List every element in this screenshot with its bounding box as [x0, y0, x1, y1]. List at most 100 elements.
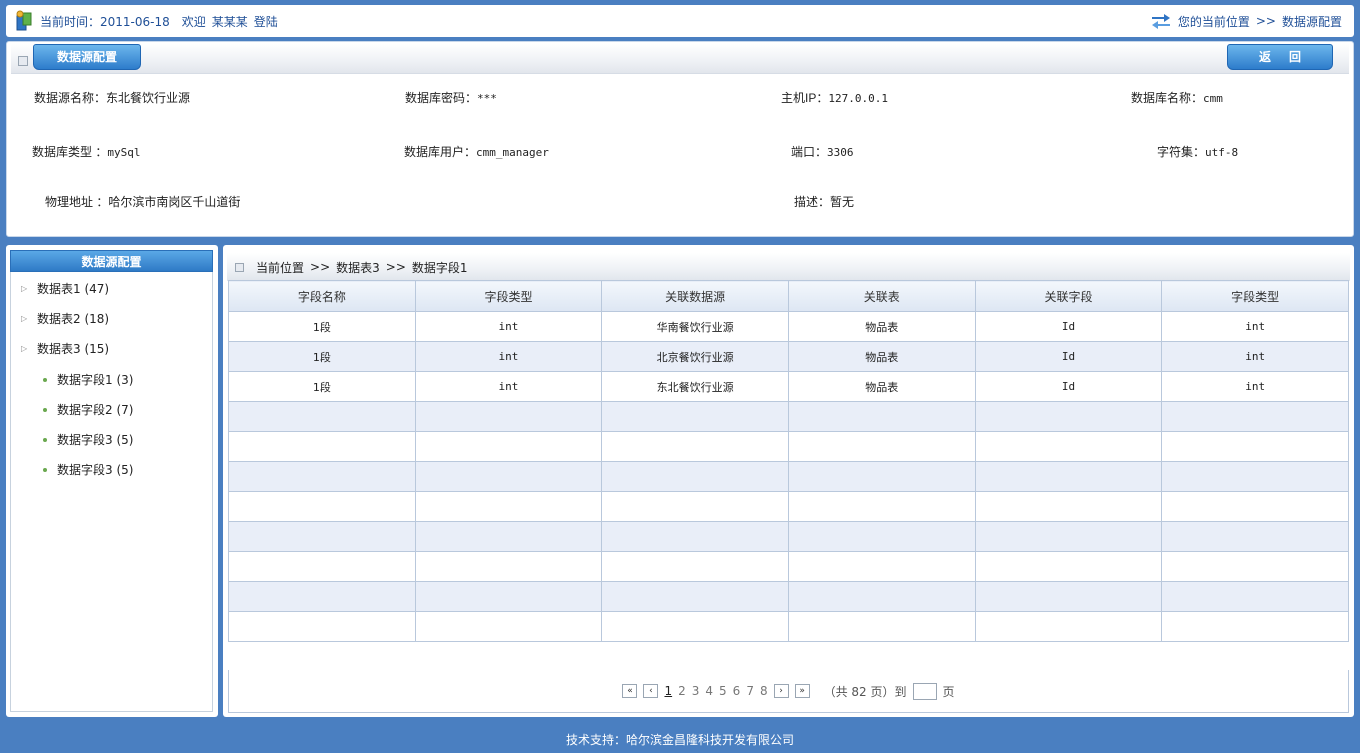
- field-label: 字符集：: [1157, 145, 1206, 159]
- field-label: 描述：: [794, 195, 831, 209]
- page-number-1[interactable]: 1: [664, 684, 672, 698]
- tree-item-table1[interactable]: ▷ 数据表1 (47): [21, 280, 109, 297]
- table-row[interactable]: 1段 int 华南餐饮行业源 物品表 Id int: [228, 311, 1349, 342]
- tree-subitem-label: 数据字段3: [57, 433, 113, 447]
- field-value: utf-8: [1205, 146, 1239, 159]
- tree-item-table2[interactable]: ▷ 数据表2 (18): [21, 310, 109, 327]
- page-number-7[interactable]: 7: [746, 684, 754, 698]
- breadcrumb-current: 数据字段1: [411, 260, 468, 275]
- expand-triangle-icon[interactable]: ▷: [21, 284, 27, 293]
- field-db-type: 数据库类型 ：mySql: [32, 143, 140, 160]
- tree-subitem-label: 数据字段3: [57, 463, 113, 477]
- field-label: 数据库用户：: [404, 145, 477, 159]
- tree-subitem-field1[interactable]: 数据字段1 (3): [43, 371, 133, 388]
- welcome-text: 欢迎: [181, 14, 206, 29]
- field-value: cmm_manager: [476, 146, 549, 159]
- table-row[interactable]: 1段 int 北京餐饮行业源 物品表 Id int: [228, 341, 1349, 372]
- table-cell: Id: [974, 341, 1163, 372]
- field-label: 数据库名称：: [1131, 91, 1204, 105]
- breadcrumb-table-link[interactable]: 数据表3: [336, 259, 380, 276]
- table-row[interactable]: 1段 int 东北餐饮行业源 物品表 Id int: [228, 371, 1349, 402]
- tree-subitem-label: 数据字段1: [57, 373, 113, 387]
- page-number-6[interactable]: 6: [733, 684, 741, 698]
- current-time: 当前时间：2011-06-18: [40, 14, 170, 29]
- tree-item-count: (47): [84, 282, 110, 296]
- page-suffix: 页: [942, 684, 955, 699]
- tree-item-count: (15): [84, 342, 110, 356]
- top-bar: 当前时间：2011-06-18 欢迎 某某某 登陆 您的当前位置 >> 数据源配…: [6, 5, 1354, 37]
- table-cell: int: [414, 341, 603, 372]
- tree-item-label: 数据表2: [37, 312, 81, 326]
- next-page-button[interactable]: ›: [773, 684, 789, 698]
- breadcrumb-separator: >>: [310, 260, 331, 274]
- field-label: 数据库密码：: [405, 91, 478, 105]
- page-number-5[interactable]: 5: [719, 684, 727, 698]
- tree-subitem-field4[interactable]: 数据字段3 (5): [43, 461, 133, 478]
- page-number-4[interactable]: 4: [705, 684, 713, 698]
- field-value: mySql: [107, 146, 141, 159]
- table-cell: 东北餐饮行业源: [601, 371, 789, 402]
- column-header[interactable]: 关联表: [787, 280, 976, 312]
- table-cell: 物品表: [787, 371, 976, 402]
- field-value: 暂无: [830, 195, 855, 209]
- first-page-button[interactable]: «: [622, 684, 638, 698]
- field-db-name: 数据库名称：cmm: [1131, 89, 1223, 106]
- column-header[interactable]: 字段名称: [228, 280, 416, 312]
- bullet-dot-icon: [43, 407, 47, 412]
- location-page-link[interactable]: 数据源配置: [1282, 13, 1342, 30]
- back-button[interactable]: 返回: [1227, 44, 1333, 70]
- field-label: 端口：: [791, 145, 828, 159]
- last-page-button[interactable]: »: [794, 684, 810, 698]
- field-value: ***: [477, 92, 497, 105]
- location-separator: >>: [1255, 14, 1276, 28]
- tree-subitem-label: 数据字段2: [57, 403, 113, 417]
- collapse-toggle-icon[interactable]: [18, 56, 28, 66]
- tree-subitem-field2[interactable]: 数据字段2 (7): [43, 401, 133, 418]
- collapse-toggle-icon[interactable]: [235, 262, 244, 272]
- bullet-dot-icon: [43, 467, 47, 472]
- table-cell: int: [414, 311, 603, 342]
- page-number-2[interactable]: 2: [678, 684, 686, 698]
- tree-item-table3[interactable]: ▷ 数据表3 (15): [21, 340, 109, 357]
- field-value: 东北餐饮行业源: [106, 91, 191, 105]
- column-header[interactable]: 关联字段: [974, 280, 1163, 312]
- expand-triangle-icon[interactable]: ▷: [21, 314, 27, 323]
- table-cell: 1段: [228, 341, 416, 372]
- field-label: 数据库类型 ：: [32, 145, 108, 159]
- server-icon: [14, 10, 34, 32]
- page-number-8[interactable]: 8: [760, 684, 768, 698]
- table-row-empty: [228, 491, 1349, 522]
- field-value: 127.0.0.1: [828, 92, 888, 105]
- tree-subitem-count: (5): [116, 463, 134, 477]
- user-name-link[interactable]: 某某某: [212, 13, 248, 30]
- table-cell: 物品表: [787, 341, 976, 372]
- column-header[interactable]: 字段类型: [414, 280, 603, 312]
- table-row-empty: [228, 521, 1349, 552]
- table-cell: Id: [974, 311, 1163, 342]
- footer: 技术支持：哈尔滨金昌隆科技开发有限公司: [565, 733, 794, 747]
- field-address: 物理地址 ：哈尔滨市南岗区千山道街: [45, 193, 240, 210]
- field-db-user: 数据库用户：cmm_manager: [404, 143, 549, 160]
- page-number-3[interactable]: 3: [692, 684, 700, 698]
- field-description: 描述：暂无: [794, 193, 854, 210]
- table-cell: 华南餐饮行业源: [601, 311, 789, 342]
- table-row-empty: [228, 551, 1349, 582]
- tree-item-label: 数据表3: [37, 342, 81, 356]
- field-value: 3306: [827, 146, 854, 159]
- tree-subitem-count: (7): [116, 403, 134, 417]
- tree-item-label: 数据表1: [37, 282, 81, 296]
- goto-page-input[interactable]: [912, 682, 937, 700]
- table-row-empty: [228, 611, 1349, 642]
- login-link[interactable]: 登陆: [254, 13, 278, 30]
- column-header[interactable]: 关联数据源: [601, 280, 789, 312]
- table-row-empty: [228, 581, 1349, 612]
- table-row-empty: [228, 431, 1349, 462]
- column-header[interactable]: 字段类型: [1161, 280, 1349, 312]
- total-pages-text: （共 82 页）到: [823, 684, 907, 699]
- top-bar-right: 您的当前位置 >> 数据源配置: [1150, 12, 1342, 30]
- prev-page-button[interactable]: ‹: [643, 684, 659, 698]
- tree-subitem-field3[interactable]: 数据字段3 (5): [43, 431, 133, 448]
- sidebar-tree: ▷ 数据表1 (47) ▷ 数据表2 (18) ▷ 数据表3 (15) 数据字段…: [10, 272, 213, 712]
- field-label: 数据源名称：: [34, 91, 107, 105]
- expand-triangle-icon[interactable]: ▷: [21, 344, 27, 353]
